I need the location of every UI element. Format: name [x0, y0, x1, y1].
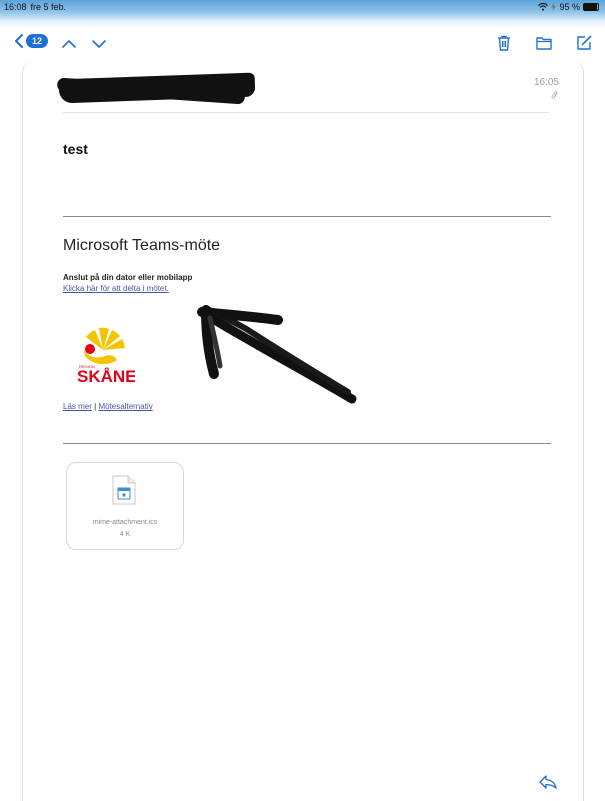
meeting-options-link[interactable]: Mötesalternativ — [98, 402, 152, 411]
teams-bottom-divider — [63, 443, 551, 444]
teams-meeting-title: Microsoft Teams-möte — [63, 237, 221, 254]
header-divider — [63, 112, 549, 113]
region-skane-logo: REGION SKÅNE — [77, 327, 135, 386]
message-navigation — [60, 35, 108, 53]
message-view: 16:05 test Microsoft Teams-möte Anslut p… — [22, 62, 584, 801]
battery-percent: 95 % — [559, 2, 580, 12]
compose-icon[interactable] — [575, 34, 593, 52]
back-button[interactable]: 12 — [14, 34, 48, 48]
calendar-file-icon — [112, 475, 136, 505]
paperclip-icon — [551, 90, 559, 102]
join-heading: Anslut på din dator eller mobilapp — [63, 273, 193, 282]
teams-top-divider — [63, 216, 551, 217]
message-subject: test — [63, 141, 88, 157]
charging-icon — [551, 3, 557, 11]
wifi-icon — [538, 3, 549, 11]
status-bar: 16:08 fre 5 feb. 95 % — [0, 0, 605, 16]
unread-badge: 12 — [26, 34, 48, 48]
links-separator: | — [94, 402, 97, 411]
attachment-tile[interactable]: mime-attachment.ics 4 K — [66, 462, 184, 550]
battery-fill — [584, 4, 598, 10]
status-date: fre 5 feb. — [30, 2, 67, 12]
status-left: 16:08 fre 5 feb. — [4, 2, 70, 12]
status-time: 16:08 — [4, 2, 27, 12]
attachment-name: mime-attachment.ics — [92, 519, 158, 526]
learn-more-link[interactable]: Läs mer — [63, 402, 92, 411]
meeting-links-row: Läs mer | Mötesalternativ — [63, 402, 153, 411]
message-time: 16:05 — [533, 77, 559, 88]
chevron-left-icon — [15, 34, 23, 48]
mail-screen: 16:08 fre 5 feb. 95 % 12 16:05 test Micr… — [0, 0, 605, 801]
status-right: 95 % — [538, 2, 599, 12]
chevron-up-icon[interactable] — [60, 35, 78, 53]
attachment-size: 4 K — [119, 531, 131, 538]
mail-toolbar: 12 — [0, 26, 605, 60]
battery-icon — [583, 3, 599, 11]
reply-icon[interactable] — [538, 774, 558, 790]
toolbar-actions — [495, 34, 593, 52]
folder-icon[interactable] — [535, 34, 553, 52]
chevron-down-icon[interactable] — [90, 35, 108, 53]
trash-icon[interactable] — [495, 34, 513, 52]
join-meeting-link[interactable]: Klicka här för att delta i mötet. — [63, 284, 169, 293]
logo-text: SKÅNE — [77, 367, 135, 386]
